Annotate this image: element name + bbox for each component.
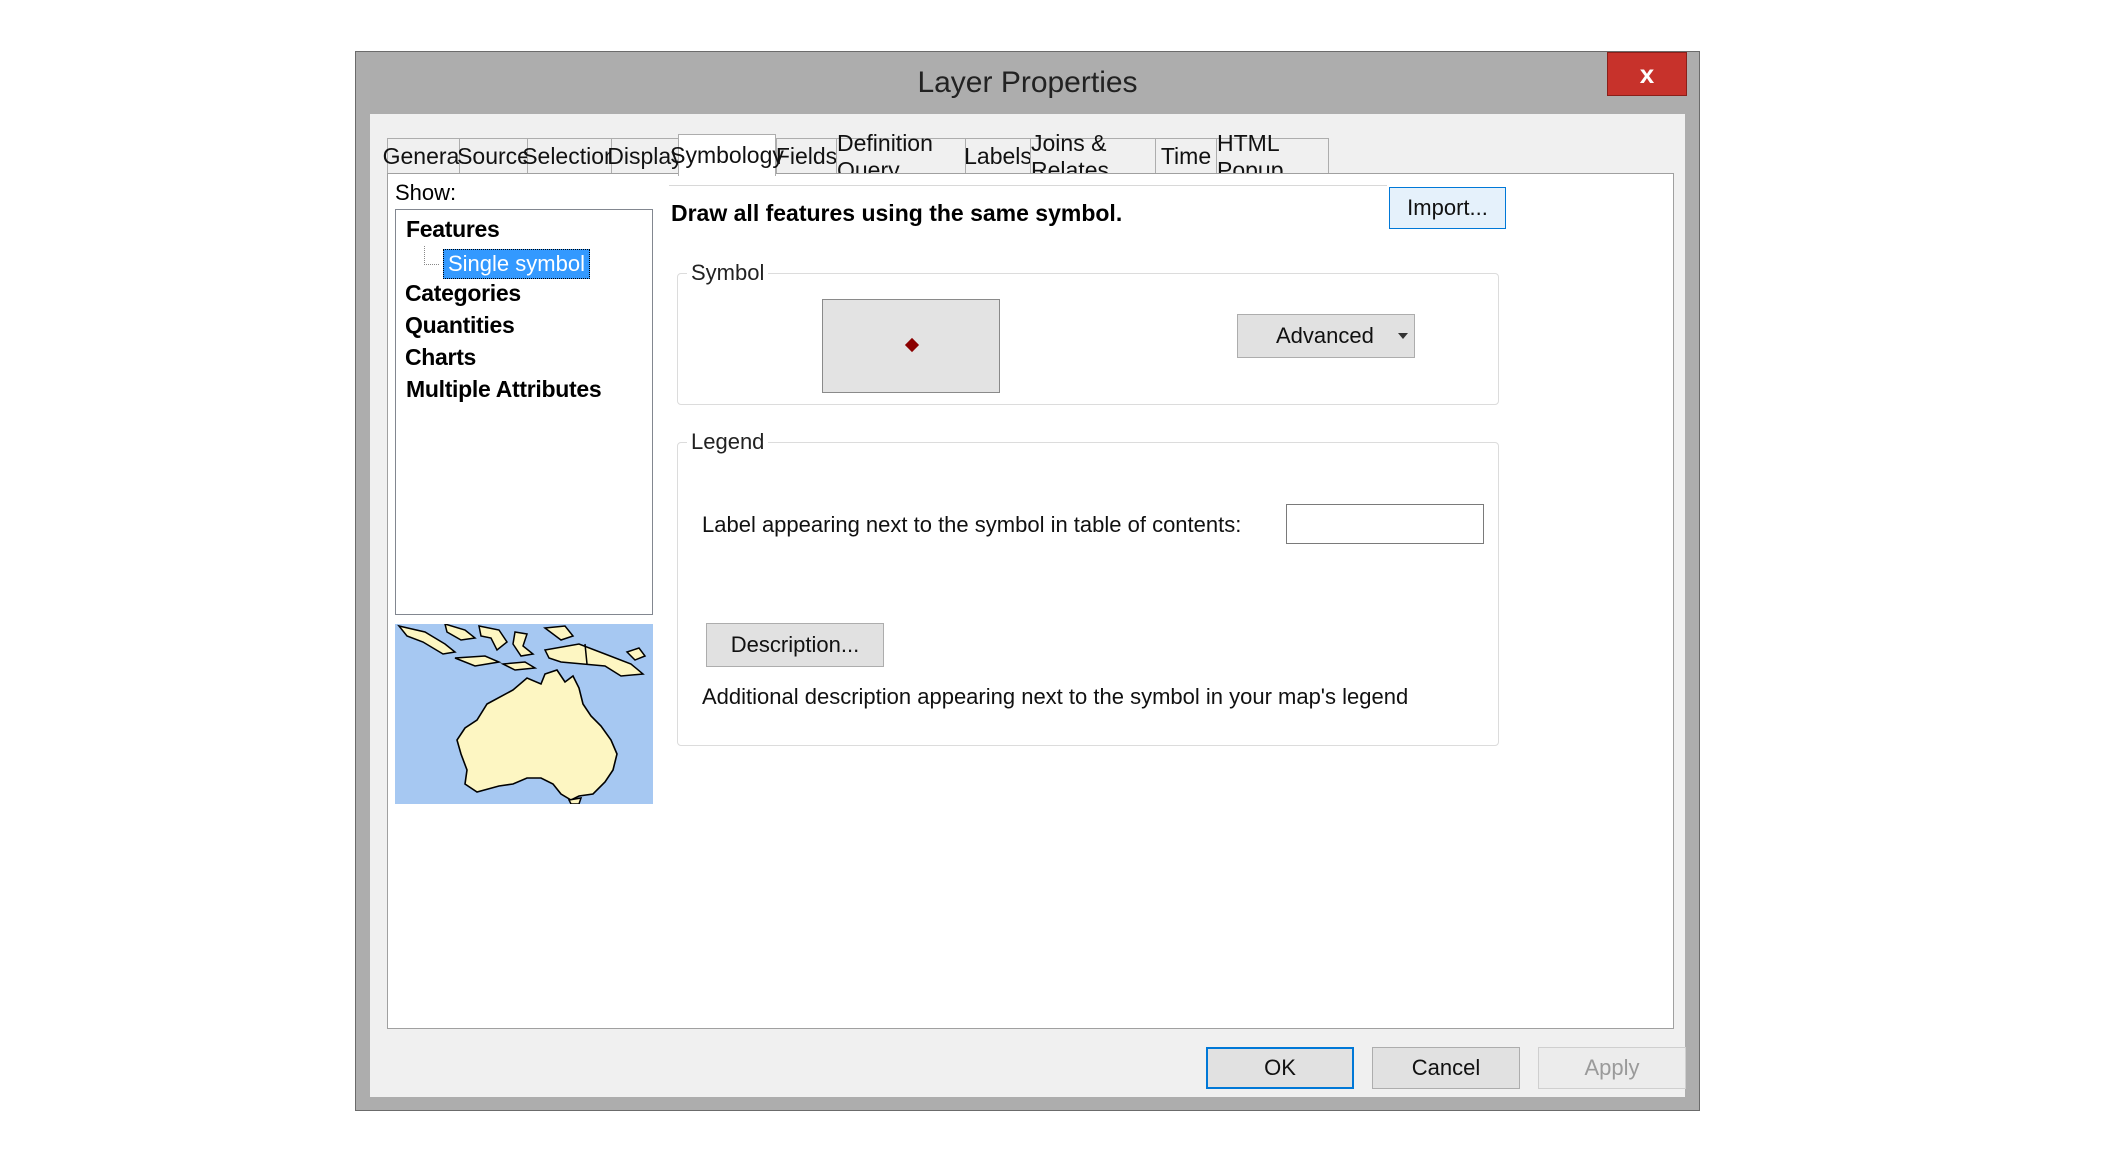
ok-button[interactable]: OK bbox=[1206, 1047, 1354, 1089]
map-preview bbox=[395, 624, 653, 804]
tab-general[interactable]: General bbox=[383, 138, 464, 174]
advanced-button-label: Advanced bbox=[1276, 323, 1374, 348]
tree-item-multiple-attributes[interactable]: Multiple Attributes bbox=[406, 376, 602, 403]
tree-connector bbox=[424, 246, 439, 265]
show-label: Show: bbox=[395, 180, 457, 205]
tab-joins-relates[interactable]: Joins & Relates bbox=[1030, 130, 1156, 183]
tree-item-features[interactable]: Features bbox=[406, 216, 500, 243]
layer-properties-dialog: Layer Properties x General Source Select… bbox=[355, 51, 1700, 1111]
point-symbol-icon bbox=[904, 337, 920, 353]
apply-button[interactable]: Apply bbox=[1538, 1047, 1686, 1089]
tab-source[interactable]: Source bbox=[457, 138, 530, 174]
tree-item-quantities[interactable]: Quantities bbox=[405, 312, 515, 339]
symbol-group-title: Symbol bbox=[687, 260, 769, 286]
tree-item-charts[interactable]: Charts bbox=[405, 344, 476, 371]
dropdown-arrow-icon bbox=[1398, 333, 1408, 339]
close-button[interactable]: x bbox=[1607, 52, 1687, 96]
legend-label-prompt: Label appearing next to the symbol in ta… bbox=[702, 512, 1242, 537]
tab-time[interactable]: Time bbox=[1155, 138, 1217, 174]
legend-group-title: Legend bbox=[687, 429, 769, 455]
dialog-title: Layer Properties bbox=[917, 66, 1138, 99]
cancel-button[interactable]: Cancel bbox=[1372, 1047, 1520, 1089]
dialog-client: General Source Selection Display Symbolo… bbox=[370, 114, 1686, 1097]
description-button[interactable]: Description... bbox=[706, 623, 884, 667]
symbol-preview-button[interactable] bbox=[822, 299, 1000, 393]
tab-html-popup[interactable]: HTML Popup bbox=[1216, 130, 1329, 183]
renderer-description: Draw all features using the same symbol. bbox=[671, 200, 1123, 226]
tab-selection[interactable]: Selection bbox=[522, 138, 617, 174]
import-button[interactable]: Import... bbox=[1389, 187, 1506, 229]
tree-item-single-symbol[interactable]: Single symbol bbox=[443, 249, 590, 279]
symbology-panel: Show: Features Single symbol Categories … bbox=[387, 173, 1674, 1029]
renderer-tree[interactable]: Features Single symbol Categories Quanti… bbox=[395, 209, 653, 615]
tab-display[interactable]: Display bbox=[607, 138, 683, 174]
legend-label-field[interactable] bbox=[1286, 504, 1484, 544]
description-divider bbox=[669, 185, 1387, 186]
legend-description-text: Additional description appearing next to… bbox=[702, 684, 1409, 709]
tab-definition-query[interactable]: Definition Query bbox=[836, 130, 966, 183]
tab-symbology[interactable]: Symbology bbox=[670, 134, 784, 176]
tab-labels[interactable]: Labels bbox=[964, 138, 1032, 174]
tree-item-categories[interactable]: Categories bbox=[405, 280, 521, 307]
tab-fields[interactable]: Fields bbox=[776, 138, 837, 174]
advanced-button[interactable]: Advanced bbox=[1237, 314, 1415, 358]
australia-map-icon bbox=[395, 624, 653, 804]
